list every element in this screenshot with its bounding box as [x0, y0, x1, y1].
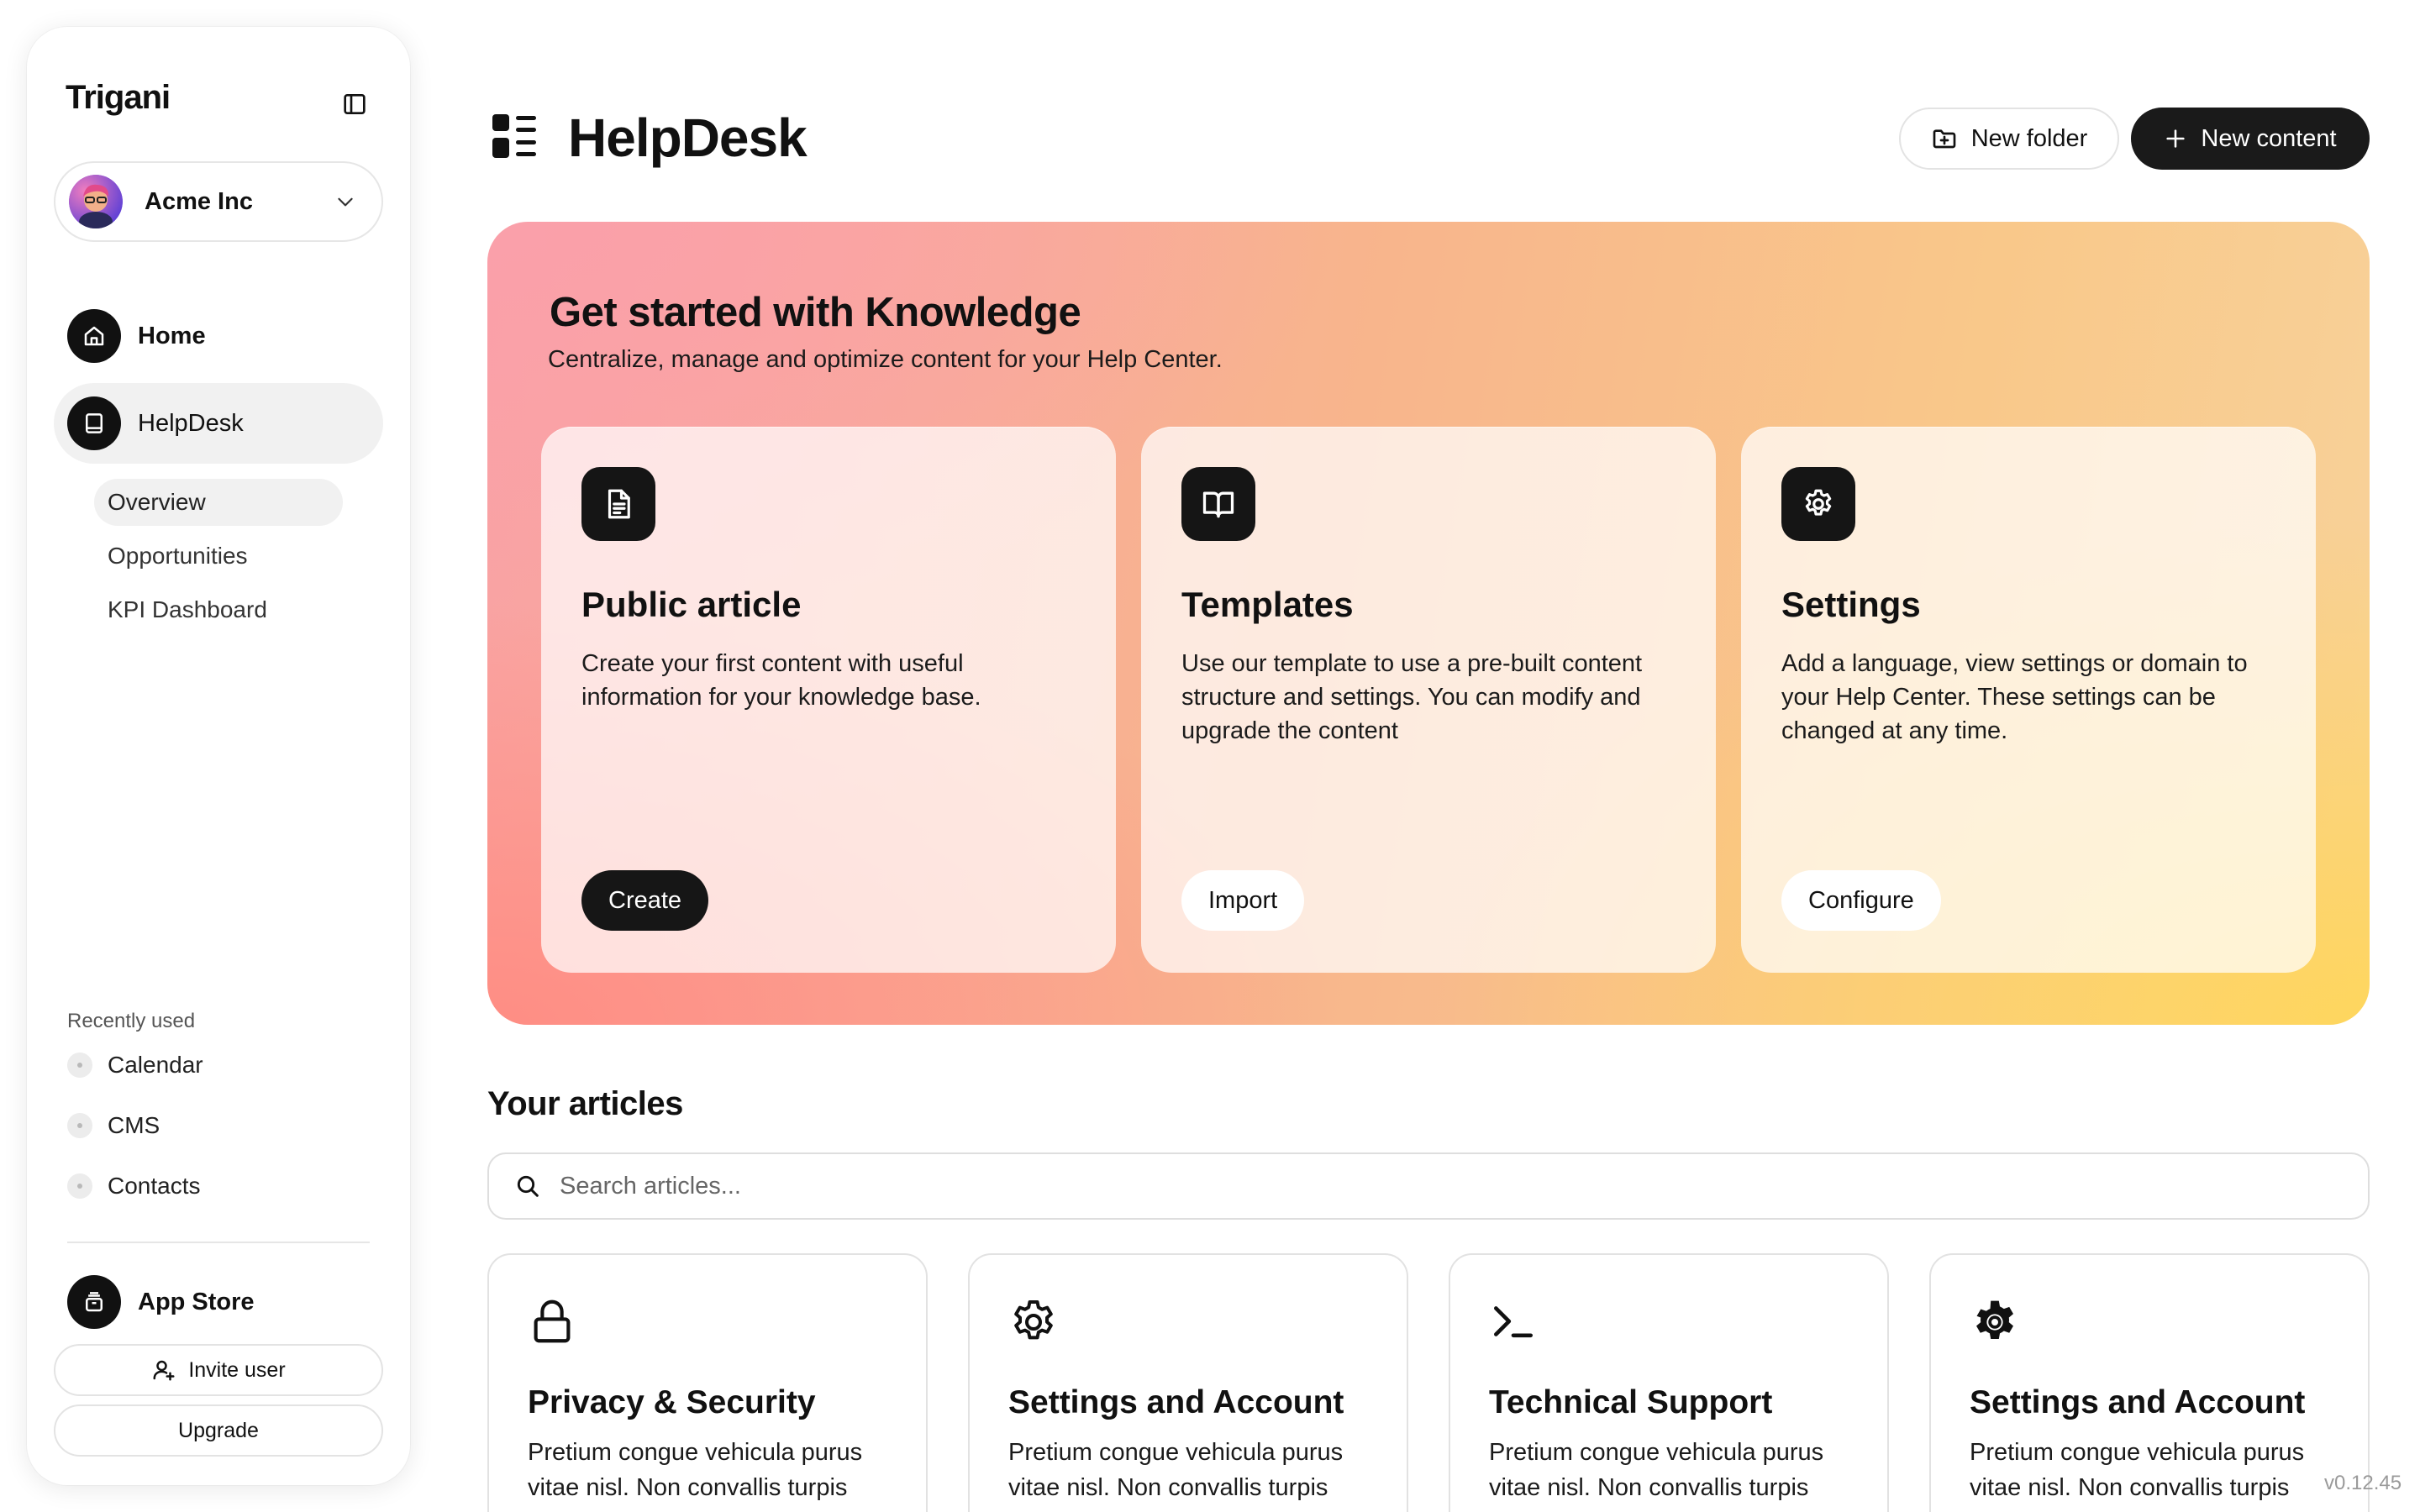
invite-user-label: Invite user: [188, 1357, 286, 1382]
nav-helpdesk-label: HelpDesk: [138, 409, 244, 437]
upgrade-button[interactable]: Upgrade: [54, 1404, 383, 1457]
new-folder-button[interactable]: New folder: [1899, 108, 2119, 170]
article-description: Pretium congue vehicula purus vitae nisl…: [1008, 1439, 1344, 1501]
folder-plus-icon: [1933, 129, 1956, 149]
article-title: Privacy & Security: [528, 1384, 816, 1420]
lock-icon: [526, 1295, 578, 1347]
nav-app-store[interactable]: App Store: [54, 1262, 383, 1342]
org-name: Acme Inc: [145, 187, 253, 215]
new-content-button[interactable]: New content: [2131, 108, 2370, 170]
recent-item-cms[interactable]: CMS: [67, 1107, 160, 1144]
org-avatar: [69, 175, 123, 228]
article-card-technical[interactable]: Technical Support Pretium congue vehicul…: [1449, 1253, 1889, 1512]
article-card-settings[interactable]: Settings and Account Pretium congue vehi…: [968, 1253, 1408, 1512]
panel-left-icon: [344, 94, 366, 114]
create-button[interactable]: Create: [581, 870, 709, 931]
recent-item-label: CMS: [108, 1112, 160, 1138]
recent-item-calendar[interactable]: Calendar: [67, 1047, 203, 1084]
new-folder-label: New folder: [1970, 124, 2088, 152]
article-title: Settings and Account: [1008, 1384, 1344, 1420]
dot-icon: [67, 1113, 92, 1138]
recently-used-heading: Recently used: [67, 1010, 196, 1032]
article-description: Pretium congue vehicula purus vitae nisl…: [528, 1439, 863, 1501]
user-plus-icon: [153, 1360, 175, 1381]
org-switcher[interactable]: Acme Inc: [54, 161, 383, 242]
dot-icon: [67, 1173, 92, 1199]
version-label: v0.12.45: [2324, 1472, 2402, 1494]
article-title: Settings and Account: [1970, 1384, 2306, 1420]
nav-app-store-label: App Store: [138, 1288, 255, 1315]
subnav-kpi-dashboard[interactable]: KPI Dashboard: [94, 586, 343, 633]
recent-item-contacts[interactable]: Contacts: [67, 1168, 201, 1205]
sidebar: Trigani Acme Inc Home HelpDesk Overview …: [27, 27, 410, 1485]
configure-button[interactable]: Configure: [1781, 870, 1941, 931]
book-icon: [67, 396, 121, 450]
templates-card: Templates Use our template to use a pre-…: [1141, 427, 1716, 973]
card-description: Create your first content with useful in…: [581, 650, 981, 711]
new-content-label: New content: [2201, 124, 2337, 152]
banner-subtitle: Centralize, manage and optimize content …: [548, 346, 1223, 373]
gear-icon: [1781, 467, 1855, 541]
nav-home[interactable]: Home: [54, 296, 383, 376]
card-title: Public article: [581, 585, 802, 624]
document-icon: [581, 467, 655, 541]
terminal-icon: [1487, 1295, 1539, 1347]
card-description: Add a language, view settings or domain …: [1781, 650, 2248, 744]
banner-title: Get started with Knowledge: [550, 290, 1081, 335]
search-input[interactable]: [560, 1172, 2324, 1200]
settings-card: Settings Add a language, view settings o…: [1741, 427, 2316, 973]
card-title: Templates: [1181, 585, 1354, 624]
list-layout-icon: [491, 113, 538, 160]
page-title: HelpDesk: [568, 108, 808, 168]
your-articles-heading: Your articles: [487, 1085, 683, 1122]
article-card-privacy[interactable]: Privacy & Security Pretium congue vehicu…: [487, 1253, 928, 1512]
article-description: Pretium congue vehicula purus vitae nisl…: [1970, 1439, 2305, 1501]
open-book-icon: [1181, 467, 1255, 541]
store-icon: [67, 1275, 121, 1329]
home-icon: [67, 309, 121, 363]
article-description: Pretium congue vehicula purus vitae nisl…: [1489, 1439, 1824, 1501]
plus-icon: [2166, 129, 2186, 148]
gear-icon: [1007, 1295, 1060, 1349]
recent-item-label: Calendar: [108, 1052, 203, 1078]
subnav-opportunities[interactable]: Opportunities: [94, 533, 343, 580]
upgrade-label: Upgrade: [178, 1418, 259, 1442]
nav-home-label: Home: [138, 322, 206, 349]
import-button[interactable]: Import: [1181, 870, 1305, 931]
sidebar-divider: [67, 1242, 370, 1243]
article-search: [487, 1152, 2370, 1220]
recent-item-label: Contacts: [108, 1173, 201, 1199]
card-title: Settings: [1781, 585, 1921, 624]
article-title: Technical Support: [1489, 1384, 1773, 1420]
nav-helpdesk[interactable]: HelpDesk: [54, 383, 383, 464]
search-icon: [517, 1175, 539, 1197]
subnav-overview[interactable]: Overview: [94, 479, 343, 526]
get-started-banner: Get started with Knowledge Centralize, m…: [487, 222, 2370, 1025]
cog-icon: [1968, 1295, 2022, 1349]
article-card-settings-2[interactable]: Settings and Account Pretium congue vehi…: [1929, 1253, 2370, 1512]
sidebar-collapse-button[interactable]: [339, 89, 370, 119]
chevron-down-icon: [338, 197, 353, 207]
dot-icon: [67, 1053, 92, 1078]
invite-user-button[interactable]: Invite user: [54, 1344, 383, 1396]
brand-logo: Trigani: [66, 79, 171, 116]
public-article-card: Public article Create your first content…: [541, 427, 1116, 973]
card-description: Use our template to use a pre-built cont…: [1181, 650, 1643, 744]
